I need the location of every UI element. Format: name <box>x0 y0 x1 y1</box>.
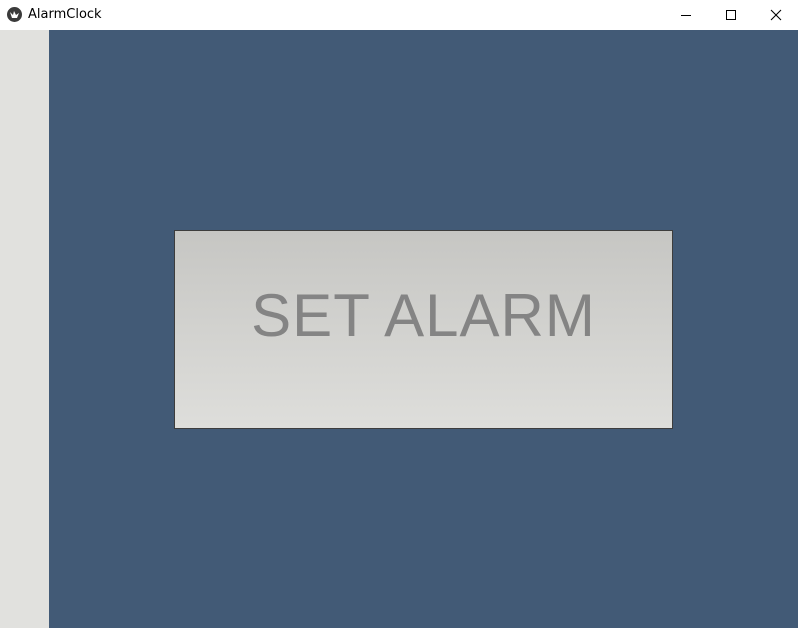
maximize-icon <box>725 10 736 20</box>
maximize-button[interactable] <box>708 0 753 30</box>
close-icon <box>770 9 781 21</box>
set-alarm-label: SET ALARM <box>251 282 596 349</box>
app-window: AlarmClock SET ALARM <box>0 0 798 628</box>
title-bar[interactable]: AlarmClock <box>0 0 798 30</box>
kivy-logo-icon <box>10 11 19 18</box>
app-icon[interactable] <box>7 7 22 22</box>
minimize-icon <box>680 15 691 16</box>
left-strip <box>0 30 49 628</box>
set-alarm-button[interactable]: SET ALARM <box>174 230 673 429</box>
window-title: AlarmClock <box>28 7 102 22</box>
close-button[interactable] <box>753 0 798 30</box>
main-content: SET ALARM <box>49 30 798 628</box>
minimize-button[interactable] <box>663 0 708 30</box>
window-controls <box>663 0 798 30</box>
